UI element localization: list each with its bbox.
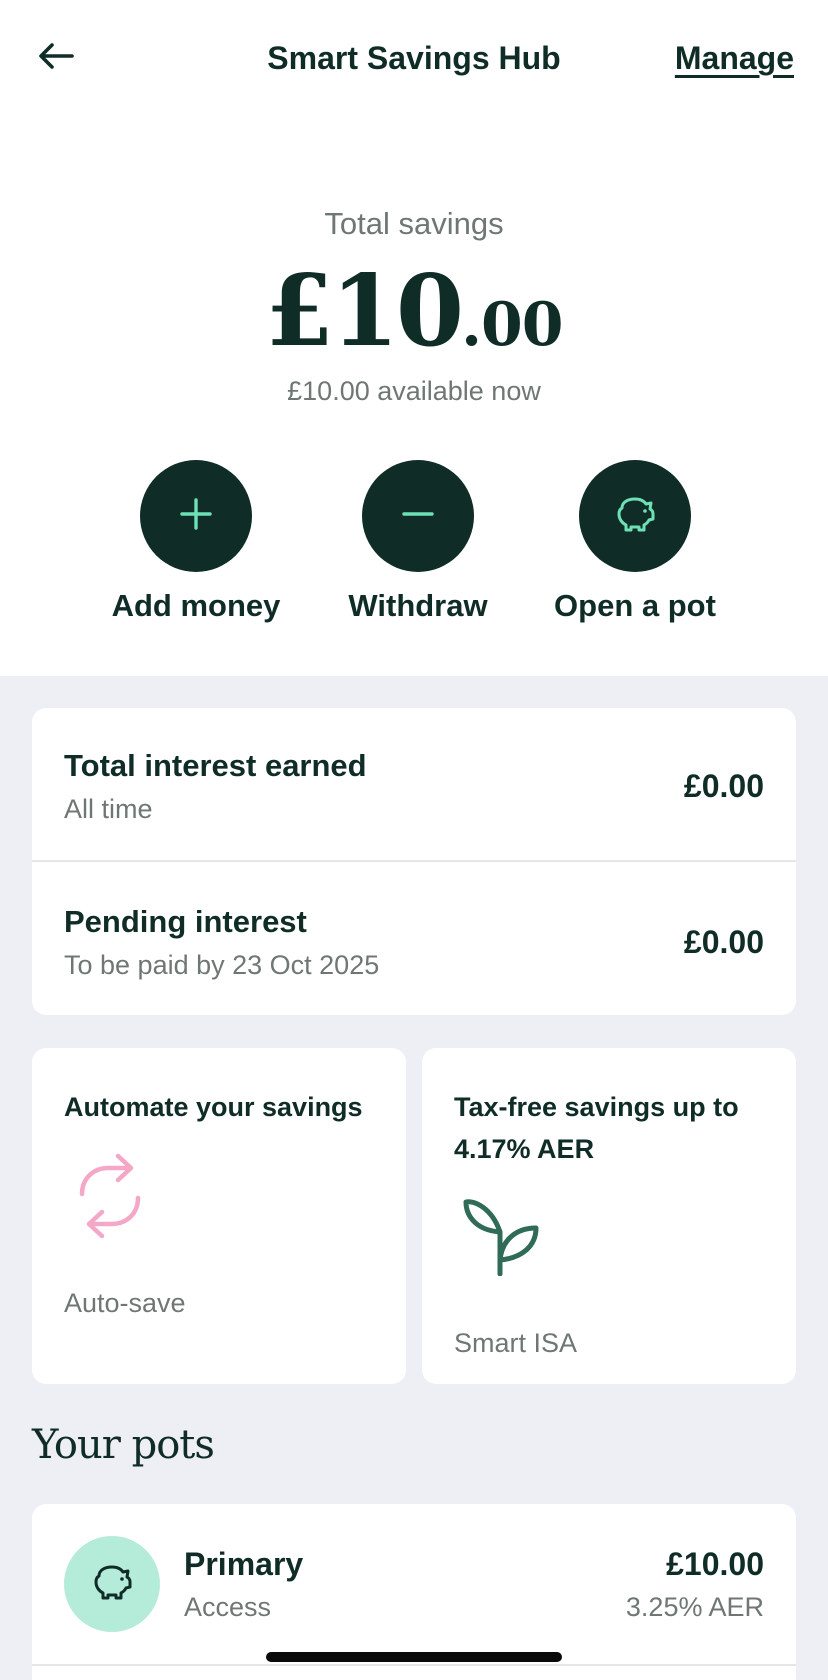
automate-savings-tile[interactable]: Automate your savings Auto-save [32,1048,406,1384]
refresh-icon [74,1150,146,1247]
total-savings-amount: £10.00 [0,254,828,369]
piggy-bank-icon [90,1562,134,1607]
withdraw-circle[interactable] [362,460,474,572]
smart-isa-title: Tax-free savings up to 4.17% AER [454,1092,739,1164]
plus-icon [179,497,213,536]
smart-isa-tile[interactable]: Tax-free savings up to 4.17% AER Smart I… [422,1048,796,1384]
interest-card: Total interest earned All time £0.00 Pen… [32,708,796,1015]
pot-avatar [64,1536,160,1632]
manage-link[interactable]: Manage [675,40,794,77]
open-pot-circle[interactable] [579,460,691,572]
add-money-circle[interactable] [140,460,252,572]
smart-isa-subtitle: Smart ISA [454,1328,578,1358]
pot-name: Primary [184,1546,304,1582]
piggy-bank-icon [613,494,657,539]
minus-icon [401,497,435,536]
open-pot-button[interactable]: Open a pot [535,460,735,624]
total-interest-value: £0.00 [683,768,764,804]
pots-heading: Your pots [32,1422,215,1468]
open-pot-label: Open a pot [554,588,716,623]
total-interest-subtitle: All time [64,794,153,824]
pot-rate: 3.25% AER [625,1592,764,1622]
summary-section: Smart Savings Hub Manage Total savings £… [0,0,828,676]
divider [32,1664,796,1666]
total-interest-title: Total interest earned [64,748,367,783]
add-money-button[interactable]: Add money [96,460,296,624]
pot-type: Access [184,1592,272,1622]
available-balance: £10.00 available now [287,376,541,406]
add-money-label: Add money [111,588,281,623]
nav-bar: Smart Savings Hub Manage [0,0,828,120]
sprout-icon [462,1196,542,1281]
amount-minor: .00 [461,290,563,360]
automate-savings-title: Automate your savings [64,1092,363,1122]
withdraw-button[interactable]: Withdraw [318,460,518,624]
total-interest-row[interactable]: Total interest earned All time £0.00 [32,708,796,862]
withdraw-label: Withdraw [348,588,488,623]
pending-interest-subtitle: To be paid by 23 Oct 2025 [64,950,380,980]
pot-amount: £10.00 [666,1546,764,1582]
pending-interest-title: Pending interest [64,904,307,939]
home-indicator [266,1652,562,1662]
pending-interest-row[interactable]: Pending interest To be paid by 23 Oct 20… [32,862,796,1016]
pending-interest-value: £0.00 [683,924,764,960]
total-savings-label: Total savings [324,206,504,241]
automate-savings-subtitle: Auto-save [64,1288,186,1318]
amount-major: £10 [265,254,465,369]
